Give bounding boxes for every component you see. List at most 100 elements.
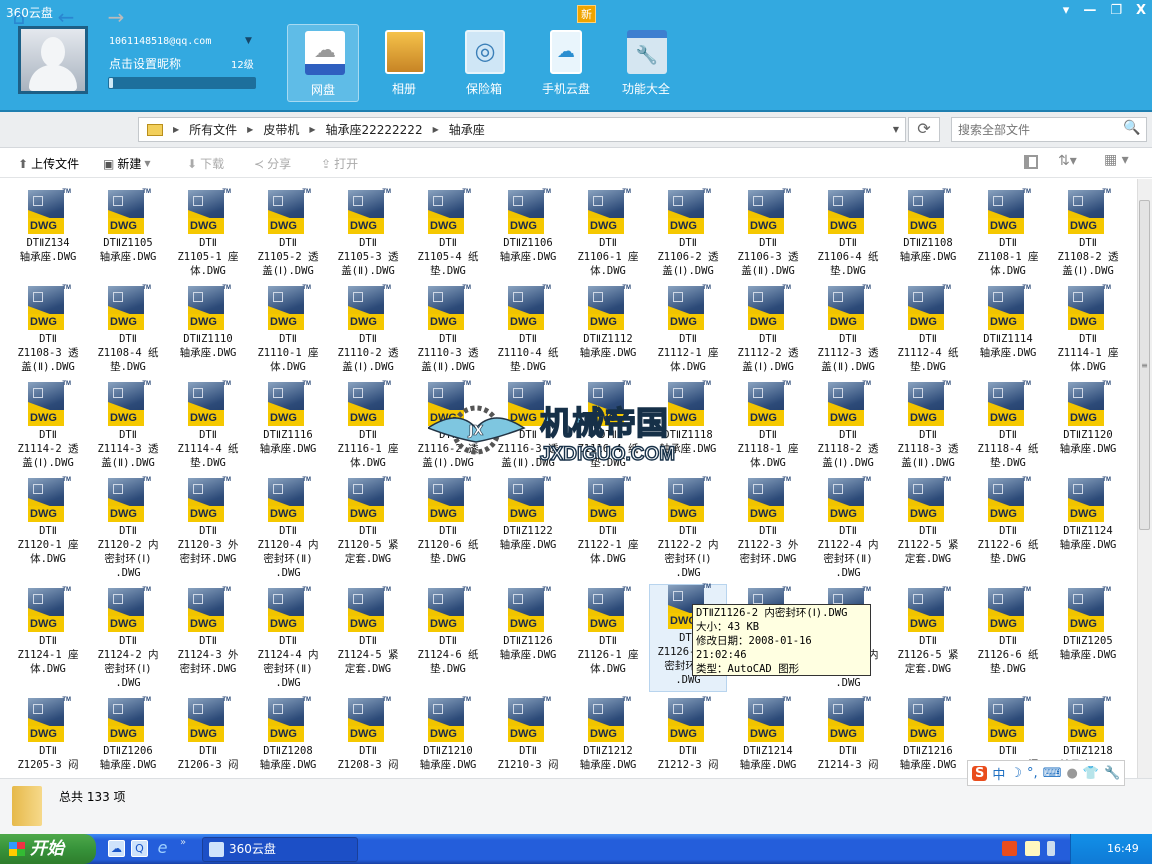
file-item[interactable]: DWG TM DTⅡ Z1114-3 透盖(Ⅱ).DWG [89, 381, 167, 470]
ime-settings-icon[interactable]: 🔧 [1104, 766, 1120, 781]
file-item[interactable]: DWG TM DTⅡZ1122 轴承座.DWG [489, 477, 567, 552]
nav-cloud-drive[interactable]: ☁ 网盘 [287, 24, 359, 102]
file-item[interactable]: DWG TM DTⅡ Z1108-4 纸垫.DWG [89, 285, 167, 374]
file-item[interactable]: DWG TM DTⅡ Z1120-3 外密封环.DWG [169, 477, 247, 566]
back-button[interactable]: ← [51, 6, 81, 30]
file-item[interactable]: DWG TM DTⅡ Z1114-2 透盖(Ⅰ).DWG [9, 381, 87, 470]
file-item[interactable]: DWG TM DTⅡ Z1118-3 透盖(Ⅱ).DWG [889, 381, 967, 470]
close-button[interactable]: X [1136, 3, 1146, 18]
sogou-ime-icon[interactable]: S [972, 765, 988, 781]
file-item[interactable]: DWG TM DTⅡZ1206 轴承座.DWG [89, 697, 167, 772]
file-item[interactable]: DWG TM DTⅡ Z1118-1 座体.DWG [729, 381, 807, 470]
file-item[interactable]: DWG TM DTⅡ Z1105-4 纸垫.DWG [409, 189, 487, 278]
file-item[interactable]: DWG TM DTⅡ Z1206-3 闷 [169, 697, 247, 772]
file-item[interactable]: DWG TM DTⅡZ134 轴承座.DWG [9, 189, 87, 264]
forward-button[interactable]: → [101, 6, 131, 30]
download-button[interactable]: ⬇ 下载 [187, 155, 224, 172]
file-item[interactable]: DWG TM DTⅡ Z1122-2 内密封环(Ⅰ) .DWG [649, 477, 727, 580]
file-item[interactable]: DWG TM DTⅡ Z1214-3 闷 [809, 697, 887, 772]
search-icon[interactable]: 🔍 [1123, 120, 1140, 136]
quicklaunch-ie-icon[interactable]: e [154, 840, 171, 857]
file-item[interactable]: DWG TM DTⅡ Z1105-2 透盖(Ⅰ).DWG [249, 189, 327, 278]
file-item[interactable]: DWG TM DTⅡ Z1106-1 座体.DWG [569, 189, 647, 278]
file-item[interactable]: DWG TM DTⅡZ1116 轴承座.DWG [249, 381, 327, 456]
file-item[interactable]: DWG TM DTⅡ Z1105-3 透盖(Ⅱ).DWG [329, 189, 407, 278]
file-item[interactable]: DWG TM DTⅡ Z1120-1 座体.DWG [9, 477, 87, 566]
file-item[interactable]: DWG TM DTⅡZ1108 轴承座.DWG [889, 189, 967, 264]
file-item[interactable]: DWG TM DTⅡ Z1124-2 内密封环(Ⅰ) .DWG [89, 587, 167, 690]
file-item[interactable]: DWG TM DTⅡ Z1122-5 紧定套.DWG [889, 477, 967, 566]
file-item[interactable]: DWG TM DTⅡ Z1124-4 内密封环(Ⅱ) .DWG [249, 587, 327, 690]
file-item[interactable]: DWG TM DTⅡZ1212 轴承座.DWG [569, 697, 647, 772]
file-item[interactable]: DWG TM DTⅡ Z1212-3 闷 [649, 697, 727, 772]
refresh-button[interactable]: ⟳ [908, 117, 940, 142]
keyboard-icon[interactable]: ⌨ [1043, 766, 1062, 781]
sort-button[interactable]: ⇅▾ [1058, 153, 1077, 169]
file-item[interactable]: DWG TM DTⅡ Z1126-5 紧定套.DWG [889, 587, 967, 676]
file-item[interactable]: DWG TM DTⅡ Z1118-4 纸垫.DWG [969, 381, 1047, 470]
menu-button[interactable]: ▾ [1063, 3, 1070, 18]
file-item[interactable]: DWG TM DTⅡ Z1122-6 纸垫.DWG [969, 477, 1047, 566]
file-item[interactable]: DWG TM DTⅡ Z1122-3 外密封环.DWG [729, 477, 807, 566]
account-dropdown-icon[interactable]: ▼ [245, 36, 252, 46]
view-mode-button[interactable]: ▦ ▾ [1104, 152, 1129, 168]
maximize-button[interactable]: ❐ [1110, 3, 1122, 18]
avatar[interactable] [18, 26, 88, 94]
file-item[interactable]: DWG TM DTⅡ Z1126-1 座体.DWG [569, 587, 647, 676]
open-button[interactable]: ⇪ 打开 [321, 155, 358, 172]
file-item[interactable]: DWG TM DTⅡ Z1112-1 座体.DWG [649, 285, 727, 374]
file-item[interactable]: DWG TM DTⅡZ1114 轴承座.DWG [969, 285, 1047, 360]
upload-button[interactable]: ⬆ 上传文件 [18, 155, 79, 172]
file-item[interactable]: DWG TM DTⅡ Z1110-1 座体.DWG [249, 285, 327, 374]
file-item[interactable]: DWG TM DTⅡZ1214 轴承座.DWG [729, 697, 807, 772]
ime-mode[interactable]: 中 [992, 764, 1005, 783]
file-item[interactable]: DWG TM DTⅡ Z1110-3 透盖(Ⅱ).DWG [409, 285, 487, 374]
file-item[interactable]: DWG TM DTⅡ Z1105-1 座体.DWG [169, 189, 247, 278]
file-item[interactable]: DWG TM DTⅡ Z1122-4 内密封环(Ⅱ) .DWG [809, 477, 887, 580]
nav-mobile-cloud[interactable]: ☁ 手机云盘 [530, 24, 602, 102]
file-item[interactable]: DWG TM DTⅡZ1210 轴承座.DWG [409, 697, 487, 772]
nav-safe[interactable]: ◎ 保险箱 [448, 24, 520, 102]
file-item[interactable]: DWG TM DTⅡ Z1106-4 纸垫.DWG [809, 189, 887, 278]
file-item[interactable]: DWG TM DTⅡZ1105 轴承座.DWG [89, 189, 167, 264]
file-item[interactable]: DWG TM DTⅡ Z1106-3 透盖(Ⅱ).DWG [729, 189, 807, 278]
file-item[interactable]: DWG TM DTⅡZ1112 轴承座.DWG [569, 285, 647, 360]
minimize-button[interactable]: — [1083, 3, 1096, 18]
file-item[interactable]: DWG TM DTⅡ Z1110-2 透盖(Ⅰ).DWG [329, 285, 407, 374]
file-item[interactable]: DWG TM DTⅡ Z1114-4 纸垫.DWG [169, 381, 247, 470]
scrollbar-thumb[interactable]: ≡ [1139, 200, 1150, 530]
preview-pane-button[interactable] [1024, 155, 1038, 169]
file-item[interactable]: DWG TM DTⅡ Z1124-1 座体.DWG [9, 587, 87, 676]
file-item[interactable]: DWG TM DTⅡ Z1108-1 座体.DWG [969, 189, 1047, 278]
file-item[interactable]: DWG TM DTⅡZ1120 轴承座.DWG [1049, 381, 1127, 456]
set-nickname-link[interactable]: 点击设置昵称 [109, 55, 181, 72]
file-item[interactable]: DWG TM DTⅡ Z1106-2 透盖(Ⅰ).DWG [649, 189, 727, 278]
file-item[interactable]: DWG TM DTⅡ Z1120-6 纸垫.DWG [409, 477, 487, 566]
file-item[interactable]: DWG TM DTⅡ Z1210-3 闷 [489, 697, 567, 772]
file-item[interactable]: DWG TM DTⅡ Z1112-2 透盖(Ⅰ).DWG [729, 285, 807, 374]
ime-moon-icon[interactable]: ☽ [1010, 766, 1022, 781]
breadcrumb-item[interactable]: 轴承座 [449, 121, 485, 138]
breadcrumb-item[interactable]: 所有文件 [189, 121, 237, 138]
file-item[interactable]: DWG TM DTⅡ Z1108-3 透盖(Ⅱ).DWG [9, 285, 87, 374]
new-button[interactable]: ▣ 新建 ▼ [103, 155, 151, 172]
file-item[interactable]: DWG TM DTⅡZ1216 轴承座.DWG [889, 697, 967, 772]
file-item[interactable]: DWG TM DTⅡZ1205 轴承座.DWG [1049, 587, 1127, 662]
file-item[interactable]: DWG TM DTⅡ Z1124-3 外密封环.DWG [169, 587, 247, 676]
file-item[interactable]: DWG TM DTⅡ Z1205-3 闷 [9, 697, 87, 772]
file-item[interactable]: DWG TM DTⅡ Z1112-3 透盖(Ⅱ).DWG [809, 285, 887, 374]
file-item[interactable]: DWG TM DTⅡ Z1126-6 纸垫.DWG [969, 587, 1047, 676]
tray-help-icon[interactable] [1025, 841, 1040, 856]
tray-network-icon[interactable] [1047, 841, 1055, 856]
tray-sogou-icon[interactable] [1002, 841, 1017, 856]
file-item[interactable]: DWG TM DTⅡZ1106 轴承座.DWG [489, 189, 567, 264]
file-item[interactable]: DWG TM DTⅡ Z1124-5 紧定套.DWG [329, 587, 407, 676]
ime-toolbar[interactable]: S 中 ☽ °, ⌨ ● 👕 🔧 [967, 760, 1126, 786]
history-dropdown-icon[interactable]: ▼ [893, 125, 899, 134]
start-button[interactable]: 开始 [0, 834, 96, 864]
file-item[interactable]: DWG TM DTⅡ Z1108-2 透盖(Ⅰ).DWG [1049, 189, 1127, 278]
file-item[interactable]: DWG TM DTⅡ Z1120-5 紧定套.DWG [329, 477, 407, 566]
nav-photo-album[interactable]: 相册 [368, 24, 440, 102]
file-item[interactable]: DWG TM DTⅡ Z1118-2 透盖(Ⅰ).DWG [809, 381, 887, 470]
quicklaunch-360-icon[interactable]: ☁ [108, 840, 125, 857]
